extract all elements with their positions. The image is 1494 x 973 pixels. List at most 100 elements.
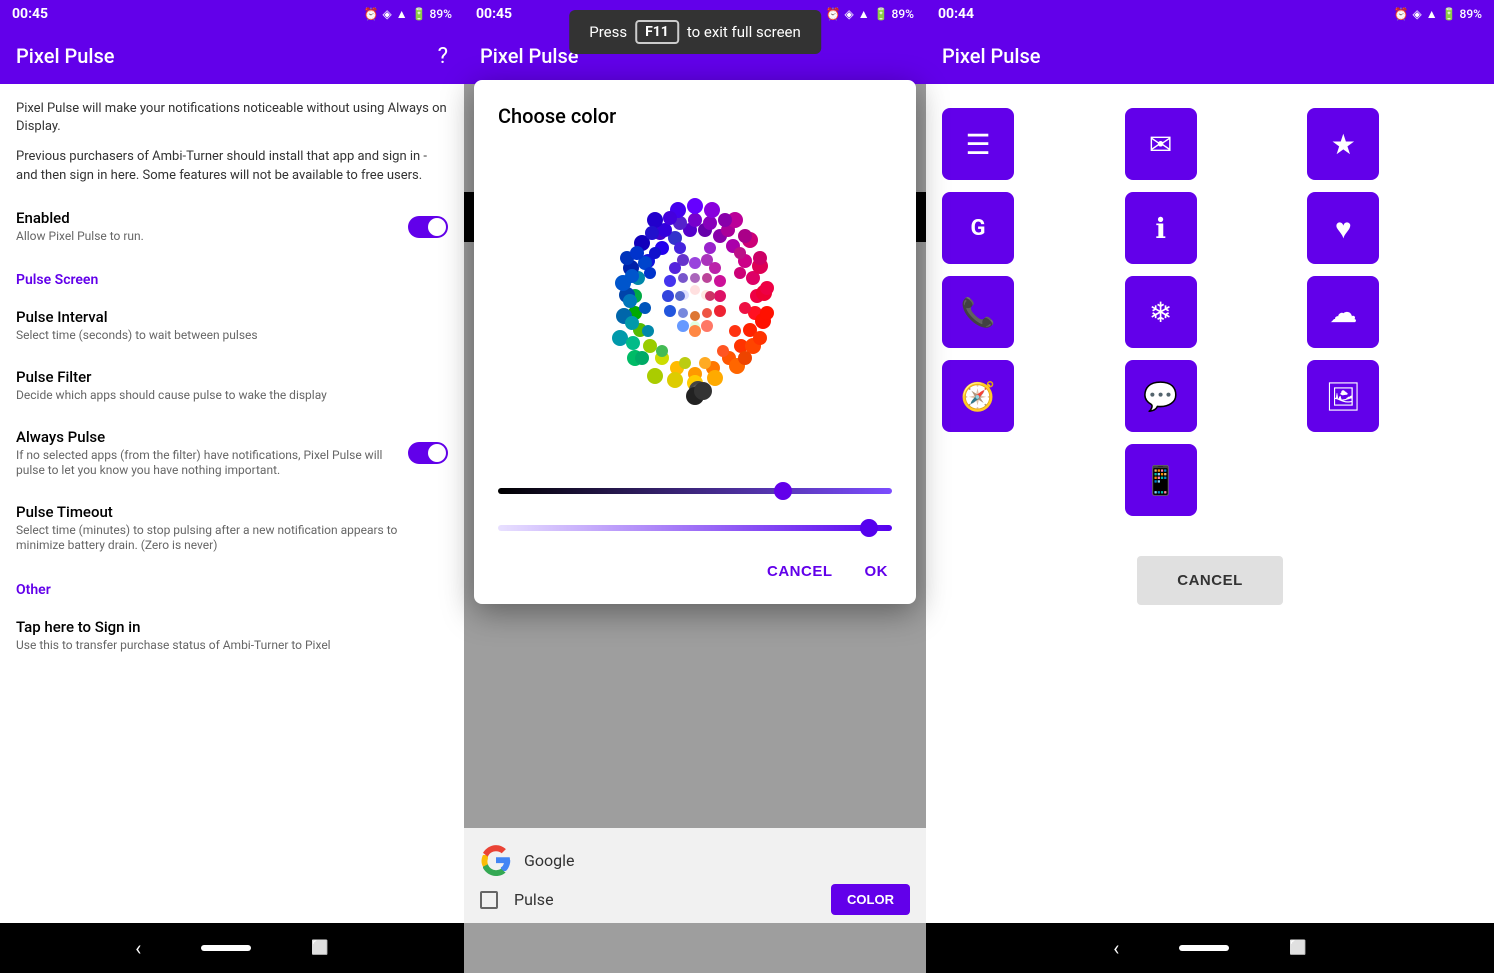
- enabled-title: Enabled: [16, 209, 408, 227]
- app-icon-phone[interactable]: 📞: [942, 276, 1014, 348]
- recent-button[interactable]: ⬜: [311, 940, 328, 956]
- color-picker-dialog: Choose color // Draw color wheel dots us…: [474, 80, 916, 604]
- app-icon-device[interactable]: 📱: [1125, 444, 1197, 516]
- enabled-setting: Enabled Allow Pixel Pulse to run.: [16, 197, 448, 257]
- mid-alarm-icon: ⏰: [826, 7, 841, 21]
- app-icon-messages[interactable]: ☰: [942, 108, 1014, 180]
- right-home-button[interactable]: [1179, 945, 1229, 951]
- color-wheel[interactable]: // Draw color wheel dots using SVG circl…: [535, 148, 855, 468]
- pulse-filter-title: Pulse Filter: [16, 368, 448, 386]
- enabled-toggle[interactable]: [408, 216, 448, 238]
- left-panel: 00:45 ⏰ ◈ ▲ 🔋 89% Pixel Pulse ? Pixel Pu…: [0, 0, 464, 973]
- app-icon-info[interactable]: ℹ: [1125, 192, 1197, 264]
- sign-in-setting[interactable]: Tap here to Sign in Use this to transfer…: [16, 606, 448, 666]
- app-icon-mail[interactable]: ✉: [1125, 108, 1197, 180]
- color-button[interactable]: COLOR: [831, 884, 910, 915]
- snowflake-icon: ❄: [1149, 296, 1172, 329]
- left-status-icons: ⏰ ◈ ▲ 🔋 89%: [364, 7, 452, 21]
- pulse-timeout-setting[interactable]: Pulse Timeout Select time (minutes) to s…: [16, 491, 448, 566]
- slider-container: [498, 488, 892, 531]
- middle-panel: 00:45 ⏰ ◈ ▲ 🔋 89% Pixel Pulse Press F11 …: [464, 0, 926, 973]
- sign-in-title: Tap here to Sign in: [16, 618, 448, 636]
- middle-app-title: Pixel Pulse: [480, 44, 579, 68]
- compass-icon: 🧭: [961, 380, 996, 413]
- right-back-button[interactable]: ‹: [1113, 936, 1119, 960]
- app-icon-cloud[interactable]: ☁: [1307, 276, 1379, 348]
- left-app-title: Pixel Pulse: [16, 44, 115, 68]
- pulse-filter-setting[interactable]: Pulse Filter Decide which apps should ca…: [16, 356, 448, 416]
- wifi-icon: ▲: [396, 7, 408, 21]
- mid-battery-icon: 🔋 89%: [874, 7, 914, 21]
- exit-label: to exit full screen: [687, 23, 801, 41]
- google-app-row: Google: [480, 836, 910, 884]
- pulse-label: Pulse: [514, 890, 554, 909]
- google-icon: [480, 844, 512, 876]
- back-button[interactable]: ‹: [135, 936, 141, 960]
- right-status-bar: 00:44 ⏰ ◈ ▲ 🔋 89%: [926, 0, 1494, 28]
- help-icon[interactable]: ?: [438, 44, 448, 69]
- middle-time: 00:45: [476, 6, 512, 22]
- right-app-title: Pixel Pulse: [942, 44, 1041, 68]
- enabled-subtitle: Allow Pixel Pulse to run.: [16, 229, 408, 245]
- mid-brightness-icon: ◈: [844, 7, 853, 21]
- google-app-name: Google: [524, 851, 575, 870]
- saturation-slider-track[interactable]: [498, 525, 892, 531]
- dialog-cancel-button[interactable]: CANCEL: [763, 555, 837, 588]
- right-wifi-icon: ▲: [1426, 7, 1438, 21]
- pulse-screen-header: Pulse Screen: [16, 256, 448, 296]
- always-pulse-toggle[interactable]: [408, 442, 448, 464]
- pulse-interval-subtitle: Select time (seconds) to wait between pu…: [16, 328, 448, 344]
- dialog-title: Choose color: [498, 104, 892, 128]
- battery-icon: 🔋 89%: [412, 7, 452, 21]
- mail-icon: ✉: [1149, 128, 1172, 161]
- right-battery-icon: 🔋 89%: [1442, 7, 1482, 21]
- app-icon-snowflake[interactable]: ❄: [1125, 276, 1197, 348]
- pulse-interval-setting[interactable]: Pulse Interval Select time (seconds) to …: [16, 296, 448, 356]
- alarm-icon: ⏰: [364, 7, 379, 21]
- right-bottom-nav: ‹ ⬜: [926, 923, 1494, 973]
- intro-text-2: Previous purchasers of Ambi-Turner shoul…: [16, 148, 448, 184]
- pulse-checkbox[interactable]: [480, 891, 498, 909]
- info-icon: ℹ: [1155, 212, 1166, 245]
- right-recent-button[interactable]: ⬜: [1289, 940, 1306, 956]
- pulse-filter-subtitle: Decide which apps should cause pulse to …: [16, 388, 448, 404]
- dialog-ok-button[interactable]: OK: [861, 555, 893, 588]
- phone-icon: 📞: [961, 296, 996, 329]
- press-label: Press: [589, 23, 627, 41]
- cancel-button[interactable]: CANCEL: [1137, 556, 1283, 605]
- intro-text-1: Pixel Pulse will make your notifications…: [16, 100, 448, 136]
- enabled-info: Enabled Allow Pixel Pulse to run.: [16, 209, 408, 245]
- cancel-section: CANCEL: [942, 556, 1478, 605]
- app-icon-compass[interactable]: 🧭: [942, 360, 1014, 432]
- device-icon: 📱: [1143, 464, 1178, 497]
- middle-status-icons: ⏰ ◈ ▲ 🔋 89%: [826, 7, 914, 21]
- app-icon-google[interactable]: G: [942, 192, 1014, 264]
- left-bottom-nav: ‹ ⬜: [0, 923, 464, 973]
- heart-icon: ♥: [1335, 212, 1352, 245]
- app-icon-image[interactable]: 🖼: [1307, 360, 1379, 432]
- f11-key: F11: [635, 20, 679, 44]
- app-icon-chat[interactable]: 💬: [1125, 360, 1197, 432]
- app-icon-star[interactable]: ★: [1307, 108, 1379, 180]
- left-time: 00:45: [12, 6, 48, 22]
- brightness-slider-track[interactable]: [498, 488, 892, 494]
- app-grid: ☰ ✉ ★ G ℹ ♥ 📞 ❄: [942, 108, 1478, 516]
- app-icon-heart[interactable]: ♥: [1307, 192, 1379, 264]
- right-content: ☰ ✉ ★ G ℹ ♥ 📞 ❄: [926, 84, 1494, 923]
- right-brightness-icon: ◈: [1412, 7, 1421, 21]
- always-pulse-title: Always Pulse: [16, 428, 408, 446]
- home-button[interactable]: [201, 945, 251, 951]
- google-letter-icon: G: [971, 216, 986, 241]
- left-status-bar: 00:45 ⏰ ◈ ▲ 🔋 89%: [0, 0, 464, 28]
- brightness-slider-thumb[interactable]: [774, 482, 792, 500]
- saturation-slider-thumb[interactable]: [860, 519, 878, 537]
- chat-icon: 💬: [1143, 380, 1178, 413]
- pulse-interval-title: Pulse Interval: [16, 308, 448, 326]
- pulse-timeout-title: Pulse Timeout: [16, 503, 448, 521]
- pulse-row: Pulse COLOR: [480, 884, 910, 915]
- middle-bottom-content: Google Pulse COLOR: [464, 828, 926, 923]
- color-wheel-container[interactable]: // Draw color wheel dots using SVG circl…: [498, 148, 892, 468]
- dialog-actions: CANCEL OK: [498, 547, 892, 588]
- star-icon: ★: [1331, 128, 1356, 161]
- always-pulse-info: Always Pulse If no selected apps (from t…: [16, 428, 408, 479]
